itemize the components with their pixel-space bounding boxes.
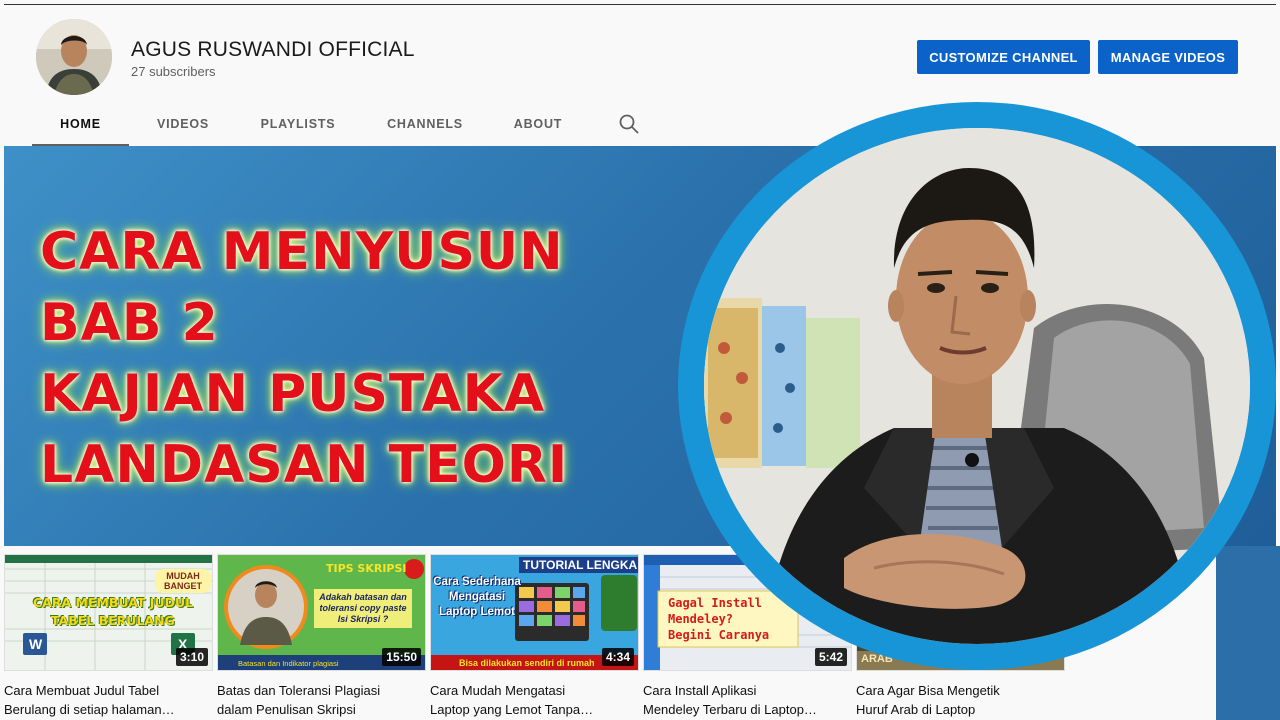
thumbnail-caption: Begini Caranya [668,628,770,642]
channel-page: AGUS RUSWANDI OFFICIAL 27 subscribers CU… [0,0,1280,720]
presenter-image [704,128,1250,644]
banner-title-line: CARA MENYUSUN [40,222,564,282]
video-title-line: Cara Membuat Judul Tabel [4,683,160,698]
tab-channels[interactable]: CHANNELS [359,101,491,147]
thumbnail-badge: Batasan dan Indikator plagiasi [238,659,339,668]
video-item[interactable]: W X CARA MEMBUAT JUDUL TABEL BERULANG MU… [4,554,213,719]
video-item[interactable]: TUTORIAL LENGKAP Cara Sederhana Mengatas… [430,554,639,719]
video-duration: 15:50 [382,648,421,666]
video-title[interactable]: Cara Install Aplikasi Mendeley Terbaru d… [643,681,848,719]
video-title-line: Cara Install Aplikasi [643,683,757,698]
video-title-line: Cara Mudah Mengatasi [430,683,566,698]
video-thumbnail[interactable]: TUTORIAL LENGKAP Cara Sederhana Mengatas… [430,554,639,671]
channel-title[interactable]: AGUS RUSWANDI OFFICIAL [131,38,415,62]
presenter-photo [704,128,1250,644]
thumbnail-caption: Adakah batasan dan toleransi copy paste … [314,589,412,628]
customize-channel-button[interactable]: CUSTOMIZE CHANNEL [917,40,1090,74]
manage-videos-button[interactable]: MANAGE VIDEOS [1098,40,1238,74]
subscriber-count: 27 subscribers [131,64,216,79]
video-title-line: dalam Penulisan Skripsi [217,702,356,717]
thumbnail-caption: TABEL BERULANG [51,613,175,628]
thumbnail-caption: TIPS SKRIPSI [326,562,407,575]
video-title[interactable]: Batas dan Toleransi Plagiasi dalam Penul… [217,681,422,719]
video-title-line: Laptop yang Lemot Tanpa… [430,702,594,717]
thumbnail-caption: Cara Sederhana Mengatasi Laptop Lemot [433,576,521,618]
video-title-line: Cara Agar Bisa Mengetik [856,683,1000,698]
video-item[interactable]: TIPS SKRIPSI Adakah batasan dan tolerans… [217,554,426,719]
channel-tabs: HOME VIDEOS PLAYLISTS CHANNELS ABOUT [32,101,585,147]
thumbnail-caption: Gagal Install Mendeley? [668,596,762,626]
thumbnail-badge: MUDAH BANGET [155,569,211,593]
video-thumbnail[interactable]: TIPS SKRIPSI Adakah batasan dan tolerans… [217,554,426,671]
video-title-line: Huruf Arab di Laptop [856,702,976,717]
video-title[interactable]: Cara Membuat Judul Tabel Berulang di set… [4,681,209,719]
thumbnail-badge: Bisa dilakukan sendiri di rumah [459,658,595,668]
banner-title-line: BAB 2 [40,293,219,353]
video-title-line: Mendeley Terbaru di Laptop… [643,702,817,717]
svg-text:W: W [29,636,43,652]
tab-videos[interactable]: VIDEOS [129,101,237,147]
thumbnail-caption: CARA MEMBUAT JUDUL [33,595,194,610]
tab-home[interactable]: HOME [32,101,129,147]
channel-avatar[interactable] [36,19,112,95]
avatar-image [36,19,112,95]
banner-title-line: LANDASAN TEORI [40,435,569,495]
video-duration: 5:42 [814,648,847,666]
video-title-line: Berulang di setiap halaman… [4,702,175,717]
banner-edge [1216,546,1280,720]
search-icon[interactable] [618,113,640,135]
video-title[interactable]: Cara Mudah Mengatasi Laptop yang Lemot T… [430,681,635,719]
video-title[interactable]: Cara Agar Bisa Mengetik Huruf Arab di La… [856,681,1061,719]
thumbnail-caption: TUTORIAL LENGKAP [519,557,638,573]
video-duration: 3:10 [175,648,208,666]
video-title-line: Batas dan Toleransi Plagiasi [217,683,381,698]
video-thumbnail[interactable]: W X CARA MEMBUAT JUDUL TABEL BERULANG MU… [4,554,213,671]
banner-title-line: KAJIAN PUSTAKA [40,364,546,424]
presenter-frame [678,102,1276,670]
tab-about[interactable]: ABOUT [491,101,585,147]
tab-playlists[interactable]: PLAYLISTS [237,101,359,147]
video-duration: 4:34 [601,648,634,666]
